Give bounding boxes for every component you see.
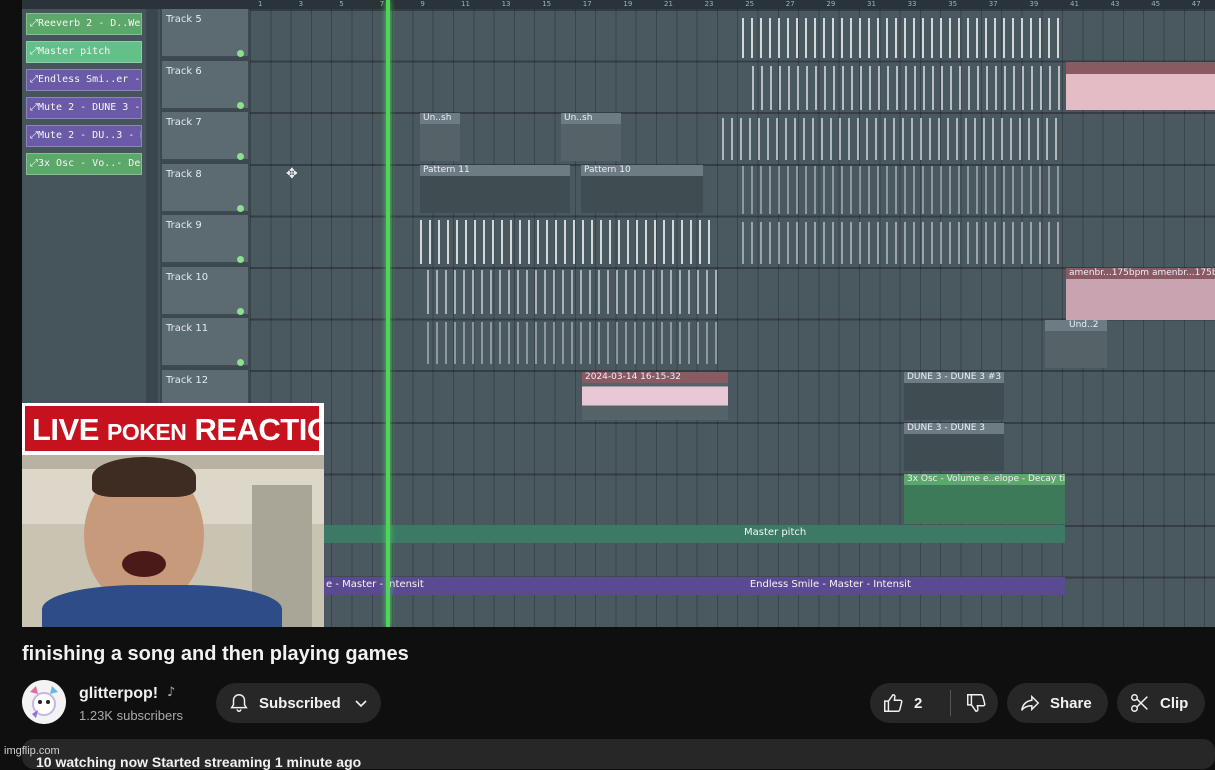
track-header[interactable]: Track 6 [162,61,248,110]
ruler-tick-label: 9 [420,0,425,8]
ruler-tick-label: 17 [582,0,592,8]
thumbs-down-icon [967,694,986,712]
ruler-tick-label: 31 [867,0,876,8]
track-header[interactable]: Track 7 [162,112,248,161]
automation-icon: ⤢ [30,130,38,141]
channel-avatar[interactable] [22,680,66,724]
track-header[interactable]: Track 5 [162,9,248,58]
bell-icon [230,694,248,712]
track-header[interactable]: Track 9 [162,215,248,264]
video-player[interactable]: 1 3 5 7 9 11 13 15 17 19 21 23 25 27 29 31 33 35 37 39 41 43 4… [22,0,1215,627]
timeline-ruler: 1 3 5 7 9 11 13 15 17 19 21 23 25 27 29 31 33 35 37 39 41 43 4… [22,0,1215,9]
ruler-tick-label: 11 [461,0,470,8]
pattern-block[interactable] [742,166,1064,214]
description-summary: 10 watching now Started streaming 1 minu… [36,754,362,770]
ruler-tick-label: 19 [623,0,633,8]
pattern-block[interactable]: DUNE 3 - DUNE 3 #3 [904,372,1004,420]
channel-name[interactable]: glitterpop! [79,685,158,703]
clip-item[interactable]: ⤢Mute 2 - DU..3 - Mute #2 [26,125,142,147]
automation-lane[interactable]: Master pitch [322,525,1065,543]
audio-clip[interactable] [1066,62,1215,110]
ruler-tick-label: 29 [826,0,836,8]
track-led-icon[interactable] [237,102,244,109]
audio-clip[interactable] [722,118,1062,160]
avatar-art [22,680,66,724]
track-header[interactable]: Track 11 [162,318,248,367]
audio-clip[interactable] [742,222,1064,264]
audio-clip[interactable] [420,220,710,264]
track-led-icon[interactable] [237,256,244,263]
ruler-tick-label: 41 [1070,0,1079,8]
reaction-banner: LIVE POKEN REACTION [25,406,319,451]
subscribed-button[interactable]: Subscribed [216,683,381,723]
audio-clip[interactable] [752,66,1062,110]
like-button[interactable]: 2 [870,683,950,723]
pattern-block[interactable]: DUNE 3 - DUNE 3 [904,423,1004,471]
scissors-icon [1131,694,1148,712]
audio-clip[interactable]: amenbr...175bpm amenbr...175bm [1066,268,1215,320]
automation-lane[interactable]: e - Master - Intensit Endless Smile - Mas… [322,577,1065,595]
track-led-icon[interactable] [237,50,244,57]
music-note-icon: ♪ [167,685,176,700]
automation-icon: ⤢ [30,18,38,29]
share-icon [1021,694,1040,712]
track-led-icon[interactable] [237,205,244,212]
watermark: imgflip.com [4,745,60,757]
chevron-down-icon [355,700,367,708]
pattern-block[interactable]: Un..sh [420,113,460,161]
pattern-block[interactable]: Un..sh [561,113,621,161]
ruler-tick-label: 21 [664,0,673,8]
pattern-block[interactable]: Pattern 11 [420,165,570,213]
ruler-tick-label: 37 [988,0,998,8]
audio-clip[interactable]: 2024-03-14 16-15-32 [582,372,728,420]
clip-item[interactable]: ⤢Mute 2 - DUNE 3 - Mute [26,97,142,119]
ruler-tick-label: 23 [704,0,714,8]
automation-icon: ⤢ [30,158,38,169]
track-led-icon[interactable] [237,308,244,315]
track-header[interactable]: Track 8 [162,164,248,213]
ruler-tick-label: 47 [1191,0,1201,8]
pattern-block[interactable]: Pattern 10 [581,165,703,213]
clip-button[interactable]: Clip [1117,683,1205,723]
ruler-tick-label: 7 [379,0,385,8]
ruler-tick-label: 33 [907,0,917,8]
ruler-tick-label: 39 [1029,0,1039,8]
ruler-tick-label: 25 [745,0,755,8]
ruler-tick-label: 3 [298,0,304,8]
ruler-tick-label: 13 [501,0,511,8]
clip-item[interactable]: ⤢3x Osc - Vo..- Decay time [26,153,142,175]
ruler-tick-label: 43 [1110,0,1120,8]
track-led-icon[interactable] [237,153,244,160]
webcam-overlay: LIVE POKEN REACTION [22,403,324,627]
ruler-tick-label: 15 [542,0,552,8]
video-title: finishing a song and then playing games [22,643,409,665]
subscriber-count: 1.23K subscribers [79,708,184,723]
ruler-tick-label: 45 [1151,0,1161,8]
playhead[interactable] [386,0,390,627]
clip-item[interactable]: ⤢Endless Smi..er - Intensit [26,69,142,91]
clip-item[interactable]: ⤢Reeverb 2 - D..Wet level [26,13,142,35]
share-button[interactable]: Share [1007,683,1108,723]
audio-clip[interactable] [427,270,717,314]
webcam-feed [22,455,324,627]
track-header[interactable]: Track 10 [162,267,248,316]
audio-clip[interactable] [427,322,717,364]
ruler-tick-label: 5 [339,0,344,8]
move-cursor-icon: ✥ [286,166,298,182]
automation-icon: ⤢ [30,102,38,113]
ruler-tick-label: 35 [948,0,958,8]
track-led-icon[interactable] [237,359,244,366]
shirt [42,585,282,627]
automation-icon: ⤢ [30,74,38,85]
ruler-tick-label: 1 [258,0,263,8]
clip-item[interactable]: ⤢Master pitch [26,41,142,63]
dislike-button[interactable] [951,683,987,723]
automation-clip[interactable]: 3x Osc - Volume e..elope - Decay time [904,474,1065,524]
ruler-tick-label: 27 [785,0,795,8]
automation-icon: ⤢ [30,46,38,57]
like-dislike-group: 2 [870,683,998,723]
audio-clip[interactable] [742,18,1064,58]
thumbs-up-icon [884,694,903,712]
audio-clip[interactable]: Und..2 [1045,320,1107,368]
